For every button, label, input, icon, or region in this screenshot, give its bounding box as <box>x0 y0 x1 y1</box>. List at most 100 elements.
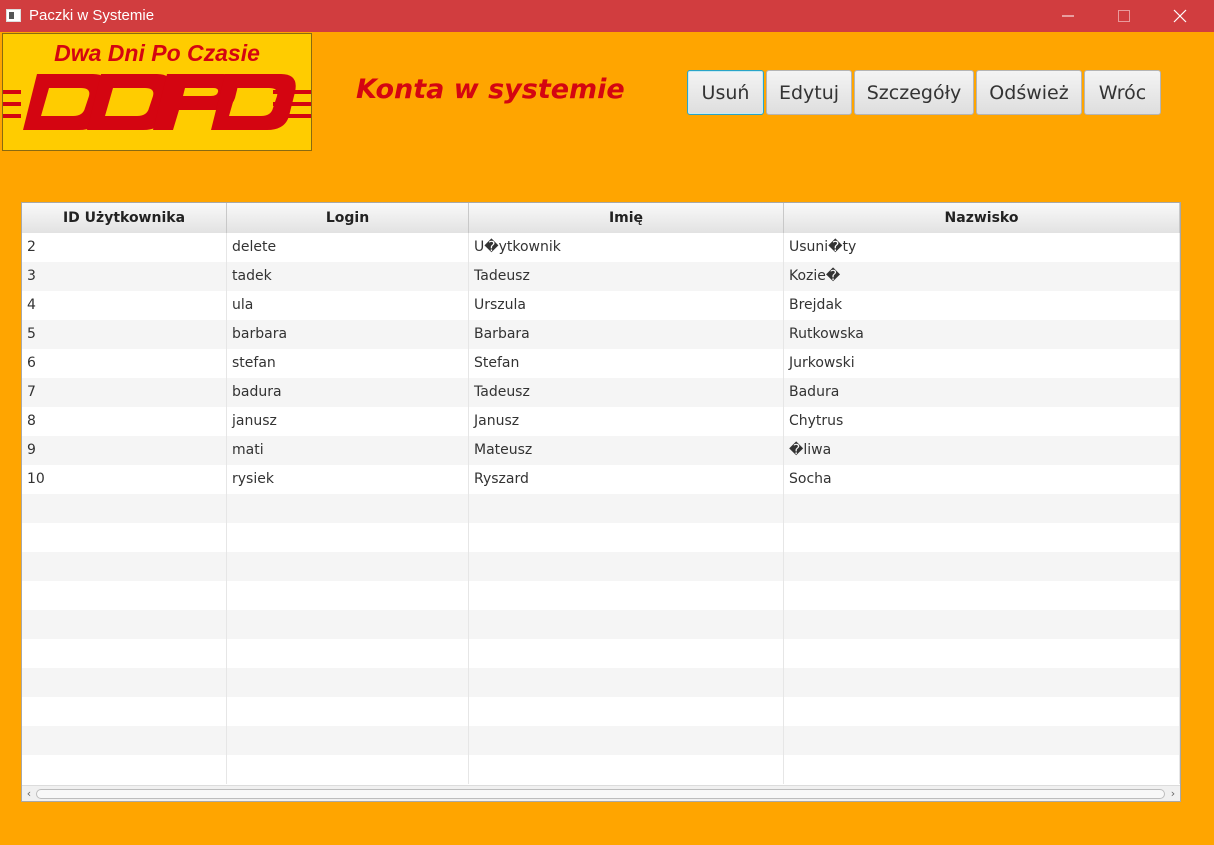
table-cell: delete <box>227 233 469 262</box>
column-header-login[interactable]: Login <box>227 203 469 233</box>
table-cell <box>784 610 1180 639</box>
page-title: Konta w systemie <box>356 74 625 105</box>
table-cell <box>227 639 469 668</box>
maximize-icon <box>1118 10 1130 22</box>
table-row[interactable]: 3 tadek Tadeusz Kozie� <box>22 262 1180 291</box>
table-body: 2 delete U�ytkownik Usuni�ty 3 tadek Tadeusz Ko… <box>22 233 1180 785</box>
table-cell <box>227 697 469 726</box>
table-cell: Tadeusz <box>469 378 784 407</box>
table-cell: 2 <box>22 233 227 262</box>
table-cell: �liwa <box>784 436 1180 465</box>
edit-button[interactable]: Edytuj <box>766 70 852 115</box>
table-cell <box>227 523 469 552</box>
table-cell: tadek <box>227 262 469 291</box>
app-icon <box>6 9 21 22</box>
table-cell: Tadeusz <box>469 262 784 291</box>
details-button[interactable]: Szczegóły <box>854 70 974 115</box>
table-cell: Stefan <box>469 349 784 378</box>
table-cell <box>22 523 227 552</box>
table-cell <box>784 755 1180 784</box>
minimize-button[interactable] <box>1040 0 1096 32</box>
window-title: Paczki w Systemie <box>29 7 155 24</box>
scrollbar-thumb[interactable] <box>36 789 1165 799</box>
empty-table-row[interactable] <box>22 726 1180 755</box>
table-cell <box>469 581 784 610</box>
table-row[interactable]: 6 stefan Stefan Jurkowski <box>22 349 1180 378</box>
table-cell: 9 <box>22 436 227 465</box>
table-row[interactable]: 10 rysiek Ryszard Socha <box>22 465 1180 494</box>
empty-table-row[interactable] <box>22 552 1180 581</box>
table-cell: 5 <box>22 320 227 349</box>
main-window: Dwa Dni Po Czasie Konta w systemie Usuń … <box>1 32 1213 844</box>
table-cell: Barbara <box>469 320 784 349</box>
close-button[interactable] <box>1152 0 1208 32</box>
table-cell: Kozie� <box>784 262 1180 291</box>
table-cell: badura <box>227 378 469 407</box>
table-cell <box>22 639 227 668</box>
table-cell: Rutkowska <box>784 320 1180 349</box>
empty-table-row[interactable] <box>22 523 1180 552</box>
table-cell <box>784 523 1180 552</box>
table-cell: mati <box>227 436 469 465</box>
table-row[interactable]: 5 barbara Barbara Rutkowska <box>22 320 1180 349</box>
table-cell <box>227 494 469 523</box>
logo-mark <box>3 74 311 130</box>
table-cell <box>227 755 469 784</box>
empty-table-row[interactable] <box>22 668 1180 697</box>
minimize-icon <box>1062 15 1074 17</box>
table-cell: Badura <box>784 378 1180 407</box>
table-cell: janusz <box>227 407 469 436</box>
empty-table-row[interactable] <box>22 755 1180 784</box>
accounts-table[interactable]: ID Użytkownika Login Imię Nazwisko 2 dele… <box>21 202 1181 802</box>
table-cell: 4 <box>22 291 227 320</box>
empty-table-row[interactable] <box>22 610 1180 639</box>
table-cell <box>469 552 784 581</box>
maximize-button[interactable] <box>1096 0 1152 32</box>
table-cell <box>22 726 227 755</box>
back-button[interactable]: Wróc <box>1084 70 1161 115</box>
table-row[interactable]: 7 badura Tadeusz Badura <box>22 378 1180 407</box>
table-cell: Chytrus <box>784 407 1180 436</box>
column-header-user-id[interactable]: ID Użytkownika <box>22 203 227 233</box>
table-cell <box>227 552 469 581</box>
table-row[interactable]: 2 delete U�ytkownik Usuni�ty <box>22 233 1180 262</box>
table-cell: Mateusz <box>469 436 784 465</box>
table-cell: Brejdak <box>784 291 1180 320</box>
refresh-button[interactable]: Odśwież <box>976 70 1082 115</box>
logo-tagline: Dwa Dni Po Czasie <box>54 40 260 66</box>
column-header-first-name[interactable]: Imię <box>469 203 784 233</box>
table-cell: Ryszard <box>469 465 784 494</box>
empty-table-row[interactable] <box>22 581 1180 610</box>
scroll-right-icon[interactable]: › <box>1167 788 1179 800</box>
table-cell: ula <box>227 291 469 320</box>
table-cell: stefan <box>227 349 469 378</box>
table-cell: 3 <box>22 262 227 291</box>
table-row[interactable]: 4 ula Urszula Brejdak <box>22 291 1180 320</box>
empty-table-row[interactable] <box>22 697 1180 726</box>
table-cell <box>22 610 227 639</box>
table-cell <box>469 610 784 639</box>
table-cell: rysiek <box>227 465 469 494</box>
empty-table-row[interactable] <box>22 494 1180 523</box>
table-cell <box>22 552 227 581</box>
table-cell <box>784 639 1180 668</box>
scroll-left-icon[interactable]: ‹ <box>23 788 35 800</box>
table-cell <box>469 726 784 755</box>
table-row[interactable]: 8 janusz Janusz Chytrus <box>22 407 1180 436</box>
delete-button[interactable]: Usuń <box>687 70 764 115</box>
empty-table-row[interactable] <box>22 639 1180 668</box>
table-cell <box>784 581 1180 610</box>
table-cell: Urszula <box>469 291 784 320</box>
table-cell <box>469 755 784 784</box>
horizontal-scrollbar[interactable]: ‹ › <box>22 785 1180 801</box>
table-cell <box>469 697 784 726</box>
table-header: ID Użytkownika Login Imię Nazwisko <box>22 203 1180 234</box>
table-cell <box>22 494 227 523</box>
table-cell <box>784 494 1180 523</box>
table-cell <box>469 523 784 552</box>
close-icon <box>1173 9 1187 23</box>
column-header-last-name[interactable]: Nazwisko <box>784 203 1180 233</box>
table-cell <box>22 668 227 697</box>
table-cell <box>469 668 784 697</box>
table-row[interactable]: 9 mati Mateusz �liwa <box>22 436 1180 465</box>
